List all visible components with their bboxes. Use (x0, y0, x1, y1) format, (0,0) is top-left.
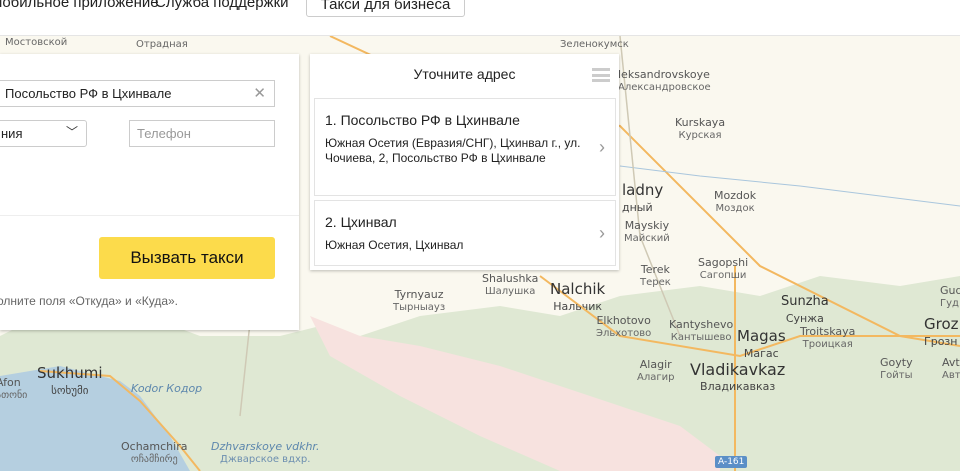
map-label: Groz Грозн (924, 315, 959, 349)
map-label: AvtАвту (942, 356, 960, 381)
tariff-select[interactable]: ния ﹀ (0, 120, 87, 147)
address-option[interactable]: 2. Цхинвал Южная Осетия, Цхинвал › (314, 200, 616, 266)
chevron-down-icon: ﹀ (65, 125, 78, 139)
tariff-value: ния (1, 126, 23, 141)
chevron-right-icon: › (599, 137, 605, 157)
map-label: Sukhumi სოხუმი (37, 364, 103, 398)
map-label: Kurskaya Курская (675, 116, 726, 141)
divider (0, 215, 299, 216)
map-label: Ochamchira ოჩამჩირე (121, 440, 188, 465)
map-label: Kodor Кодор (131, 382, 203, 395)
address-clarify-popup: Уточните адрес 1. Посольство РФ в Цхинва… (310, 54, 619, 270)
road-badge: A-161 (715, 456, 748, 468)
map-label: Nalchik Нальчик (550, 280, 606, 314)
address-option-title: 1. Посольство РФ в Цхинвале (325, 112, 520, 128)
map-label: Мостовской (5, 37, 68, 48)
clear-icon[interactable]: ✕ (253, 81, 266, 106)
map-label: Mozdok Моздок (714, 189, 757, 214)
map-label: Vladikavkaz Владикавказ (690, 360, 786, 393)
map-label: Terek Терек (640, 263, 671, 288)
business-taxi-button[interactable]: Такси для бизнеса (306, 0, 465, 17)
address-option-subtitle: Южная Осетия, Цхинвал (325, 238, 464, 252)
phone-input[interactable]: Телефон (129, 120, 275, 147)
map-label: Magas Магас (737, 327, 786, 361)
from-value: Посольство РФ в Цхинвале (5, 86, 172, 101)
map-label: Afonათონი (0, 376, 28, 401)
address-option[interactable]: 1. Посольство РФ в Цхинвале Южная Осетия… (314, 98, 616, 196)
address-option-title: 2. Цхинвал (325, 214, 397, 230)
map-label: Shalushka Шалушка (482, 272, 539, 297)
call-taxi-button[interactable]: Вызвать такси (99, 237, 275, 279)
popup-title: Уточните адрес (413, 66, 516, 82)
map-label: Kantyshevo Кантышево (669, 318, 734, 343)
nav-mobile-app[interactable]: мобильное приложение (0, 0, 159, 11)
menu-icon[interactable] (592, 68, 610, 82)
map-label: Dzhvarskoye vdkhr. Джварское вдхр. (211, 440, 320, 465)
address-option-subtitle: Южная Осетия (Евразия/СНГ), Цхинвал г., … (325, 136, 581, 165)
nav-support[interactable]: Служба поддержки (155, 0, 289, 11)
map-label: Отрадная (136, 39, 188, 50)
chevron-right-icon: › (599, 223, 605, 243)
map-label: Goyty Гойты (880, 356, 913, 381)
map-label: Sagopshi Сагопши (698, 256, 749, 281)
map-label: Mayskiy Майский (624, 219, 670, 244)
form-hint: олните поля «Откуда» и «Куда». (0, 294, 179, 308)
map-label: Зеленокумск (560, 39, 629, 50)
order-form: Посольство РФ в Цхинвале ✕ ния ﹀ Телефон В… (0, 54, 299, 330)
map-label: ladny дный (622, 181, 664, 215)
from-input[interactable]: Посольство РФ в Цхинвале ✕ (0, 80, 275, 107)
map-label: Troitskaya Троицкая (800, 325, 856, 350)
map-label: Tyrnyauz Тырныауз (393, 288, 446, 313)
map-label: leksandrovskoye Александровское (618, 68, 711, 93)
map-label: Elkhotovo Эльхотово (596, 314, 652, 339)
map-label: Gud Гуд (940, 284, 960, 309)
map-label: Alagir Алагир (637, 358, 675, 383)
top-nav: мобильное приложение Служба поддержки Та… (0, 0, 960, 36)
map-label: Sunzha Сунжа (781, 294, 829, 325)
